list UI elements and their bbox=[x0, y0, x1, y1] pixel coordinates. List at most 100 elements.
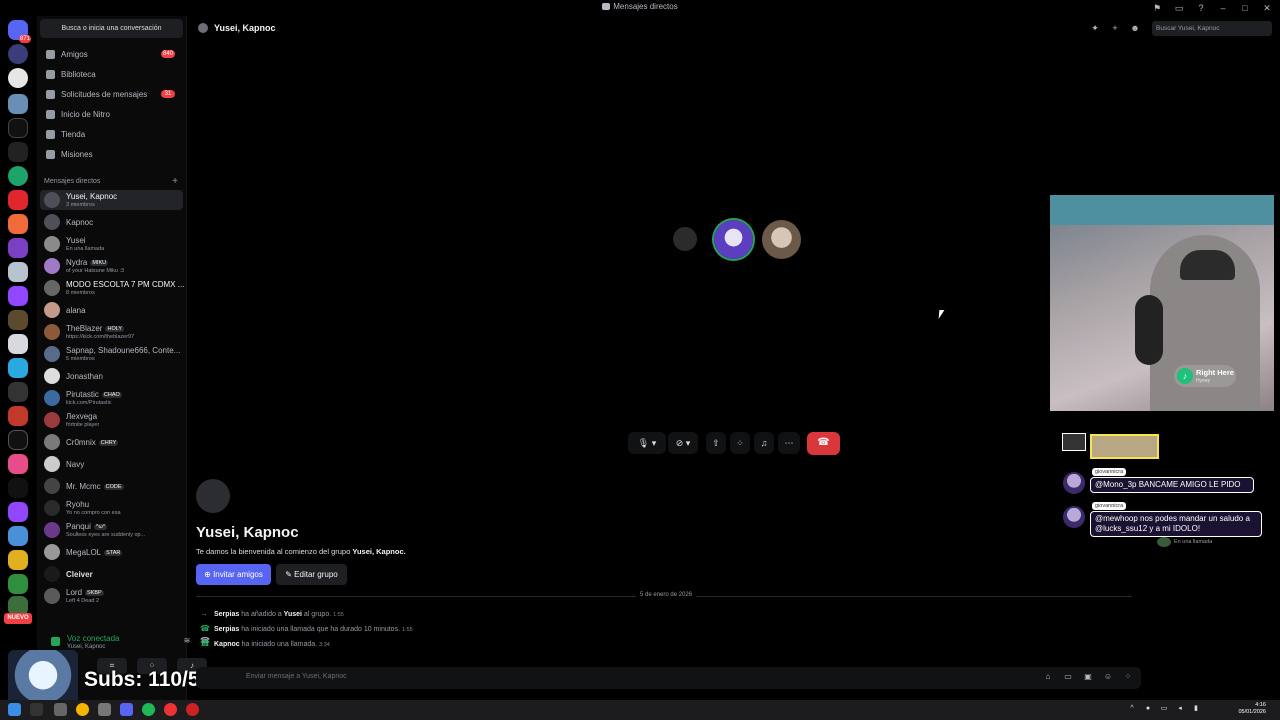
channel-search-input[interactable]: Buscar Yusei, Kapnoc bbox=[1152, 21, 1272, 36]
now-playing-widget: ♪ Right Here Hyeey bbox=[1174, 365, 1236, 387]
dm-section-header: Mensajes directos bbox=[44, 178, 101, 185]
dm-item[interactable]: Лexvega fortnite player bbox=[40, 410, 183, 430]
dm-item[interactable]: Navy bbox=[40, 454, 183, 474]
add-member-icon[interactable]: + bbox=[1110, 23, 1120, 33]
message-input[interactable]: Enviar mensaje a Yusei, Kapnoc bbox=[246, 673, 347, 680]
dm-item[interactable]: Jonasthan bbox=[40, 366, 183, 386]
dm-item[interactable]: Sapnap, Shadoune666, Conte... 5 miembros bbox=[40, 344, 183, 364]
noise-suppression-icon[interactable]: ≋ bbox=[181, 636, 193, 646]
chevron-up-icon[interactable]: ^ bbox=[1128, 705, 1136, 713]
server-icon[interactable] bbox=[8, 262, 28, 282]
screen-share-button[interactable]: ⇧ bbox=[706, 432, 726, 454]
dm-item[interactable]: Kapnoc bbox=[40, 212, 183, 232]
pin-icon[interactable]: ✦ bbox=[1090, 23, 1100, 33]
server-icon[interactable] bbox=[8, 94, 28, 114]
battery-icon[interactable]: ▮ bbox=[1192, 705, 1200, 713]
server-icon[interactable] bbox=[8, 358, 28, 378]
dm-item[interactable]: Mr. Mcmc CODE bbox=[40, 476, 183, 496]
server-icon[interactable] bbox=[8, 430, 28, 450]
activities-button[interactable]: ⁘ bbox=[730, 432, 750, 454]
server-icon[interactable] bbox=[8, 478, 28, 498]
dm-item[interactable]: Lord SKBP Left 4 Dead 2 bbox=[40, 586, 183, 606]
gif-icon[interactable]: ▭ bbox=[1063, 672, 1073, 682]
edit-group-button[interactable]: ✎ Editar grupo bbox=[276, 564, 347, 585]
gift-icon[interactable]: ⌂ bbox=[1043, 672, 1053, 682]
chat-username: giovannicra bbox=[1092, 502, 1127, 510]
taskbar-app-icon[interactable] bbox=[164, 703, 177, 716]
create-dm-plus-icon[interactable]: + bbox=[172, 176, 178, 187]
server-icon[interactable] bbox=[8, 214, 28, 234]
close-icon[interactable]: ✕ bbox=[1260, 2, 1274, 14]
more-options-button[interactable]: ⋯ bbox=[778, 432, 800, 454]
obs-icon[interactable] bbox=[186, 703, 199, 716]
soundboard-button[interactable]: ♫ bbox=[754, 432, 774, 454]
apps-icon[interactable]: ⁘ bbox=[1123, 672, 1133, 682]
server-icon[interactable] bbox=[8, 44, 28, 64]
system-clock[interactable]: 4:16 05/01/2026 bbox=[1238, 702, 1266, 716]
volume-icon[interactable]: ◂ bbox=[1176, 705, 1184, 713]
network-icon[interactable]: ▭ bbox=[1160, 705, 1168, 713]
server-icon[interactable] bbox=[8, 238, 28, 258]
participant-avatar-speaking[interactable] bbox=[714, 220, 753, 259]
server-icon[interactable] bbox=[8, 334, 28, 354]
help-icon[interactable]: ? bbox=[1194, 2, 1208, 14]
invite-friends-button[interactable]: ⊕ Invitar amigos bbox=[196, 564, 271, 585]
start-icon[interactable] bbox=[8, 703, 21, 716]
dm-item[interactable]: alana bbox=[40, 300, 183, 320]
nav-message-requests[interactable]: Solicitudes de mensajes 31 bbox=[40, 85, 183, 103]
nav-nitro[interactable]: Inicio de Nitro bbox=[40, 105, 183, 123]
discord-icon[interactable] bbox=[120, 703, 133, 716]
search-icon[interactable] bbox=[30, 703, 43, 716]
taskbar-app-icon[interactable] bbox=[54, 703, 67, 716]
twitch-server-icon[interactable] bbox=[8, 286, 28, 306]
inbox-icon[interactable]: ⚑ bbox=[1150, 2, 1164, 14]
twitch-server-icon[interactable] bbox=[8, 502, 28, 522]
dm-item[interactable]: Cleiver bbox=[40, 564, 183, 584]
server-icon[interactable] bbox=[8, 142, 28, 162]
dm-item[interactable]: Yusei, Kapnoc 3 miembros bbox=[40, 190, 183, 210]
chrome-icon[interactable] bbox=[76, 703, 89, 716]
microphone-button[interactable]: 🎙 ▾ bbox=[628, 432, 666, 454]
nav-friends[interactable]: Amigos 840 bbox=[40, 45, 183, 63]
participant-avatar[interactable] bbox=[673, 227, 697, 251]
dm-item[interactable]: MegaLOL STAR bbox=[40, 542, 183, 562]
screen-icon[interactable]: ▭ bbox=[1172, 2, 1186, 14]
signal-icon bbox=[51, 637, 60, 646]
server-icon[interactable] bbox=[8, 550, 28, 570]
dm-item[interactable]: Nydra MIKU of your Hatsune Miku :3 bbox=[40, 256, 183, 276]
server-icon[interactable] bbox=[8, 382, 28, 402]
server-icon[interactable] bbox=[8, 454, 28, 474]
dm-item[interactable]: TheBlazer HOLY https://kick.com/theblazer9… bbox=[40, 322, 183, 342]
server-icon[interactable] bbox=[8, 574, 28, 594]
nav-shop[interactable]: Tienda bbox=[40, 125, 183, 143]
emoji-icon[interactable]: ☺ bbox=[1103, 672, 1113, 682]
home-button[interactable]: 871 bbox=[8, 20, 31, 43]
dm-item[interactable]: MODO ESCOLTA 7 PM CDMX ... 8 miembros bbox=[40, 278, 184, 298]
server-icon[interactable] bbox=[8, 190, 28, 210]
dm-item[interactable]: Ryohu Yo no compro con esa bbox=[40, 498, 183, 518]
sticker-icon[interactable]: ▣ bbox=[1083, 672, 1093, 682]
dm-item[interactable]: Pirutastic CHAO kick.com/Pirutastic bbox=[40, 388, 183, 408]
message-composer[interactable]: Enviar mensaje a Yusei, Kapnoc ⌂ ▭ ▣ ☺ ⁘ bbox=[196, 667, 1141, 689]
server-icon[interactable] bbox=[8, 526, 28, 546]
camera-button[interactable]: ⊘ ▾ bbox=[668, 432, 698, 454]
maximize-icon[interactable]: □ bbox=[1238, 2, 1252, 14]
participant-avatar[interactable] bbox=[762, 220, 801, 259]
server-icon[interactable] bbox=[8, 166, 28, 186]
dm-item[interactable]: Yusei En una llamada bbox=[40, 234, 183, 254]
members-icon[interactable]: ☻ bbox=[1130, 23, 1140, 33]
taskbar-app-icon[interactable] bbox=[98, 703, 111, 716]
server-icon[interactable] bbox=[8, 68, 28, 88]
dm-item[interactable]: Panqui ^ω^ Soulless eyes are suddenly op..… bbox=[40, 520, 183, 540]
spotify-icon[interactable] bbox=[142, 703, 155, 716]
server-icon[interactable] bbox=[8, 406, 28, 426]
disconnect-call-button[interactable]: ☎ bbox=[807, 432, 840, 455]
find-conversation-button[interactable]: Busca o inicia una conversación bbox=[40, 19, 183, 38]
mic-tray-icon[interactable]: ● bbox=[1144, 705, 1152, 713]
minimize-icon[interactable]: – bbox=[1216, 2, 1230, 14]
nav-quests[interactable]: Misiones bbox=[40, 145, 183, 163]
server-icon[interactable] bbox=[8, 310, 28, 330]
dm-item[interactable]: Cr0mnix CHRY bbox=[40, 432, 183, 452]
nav-library[interactable]: Biblioteca bbox=[40, 65, 183, 83]
server-icon[interactable] bbox=[8, 118, 28, 138]
